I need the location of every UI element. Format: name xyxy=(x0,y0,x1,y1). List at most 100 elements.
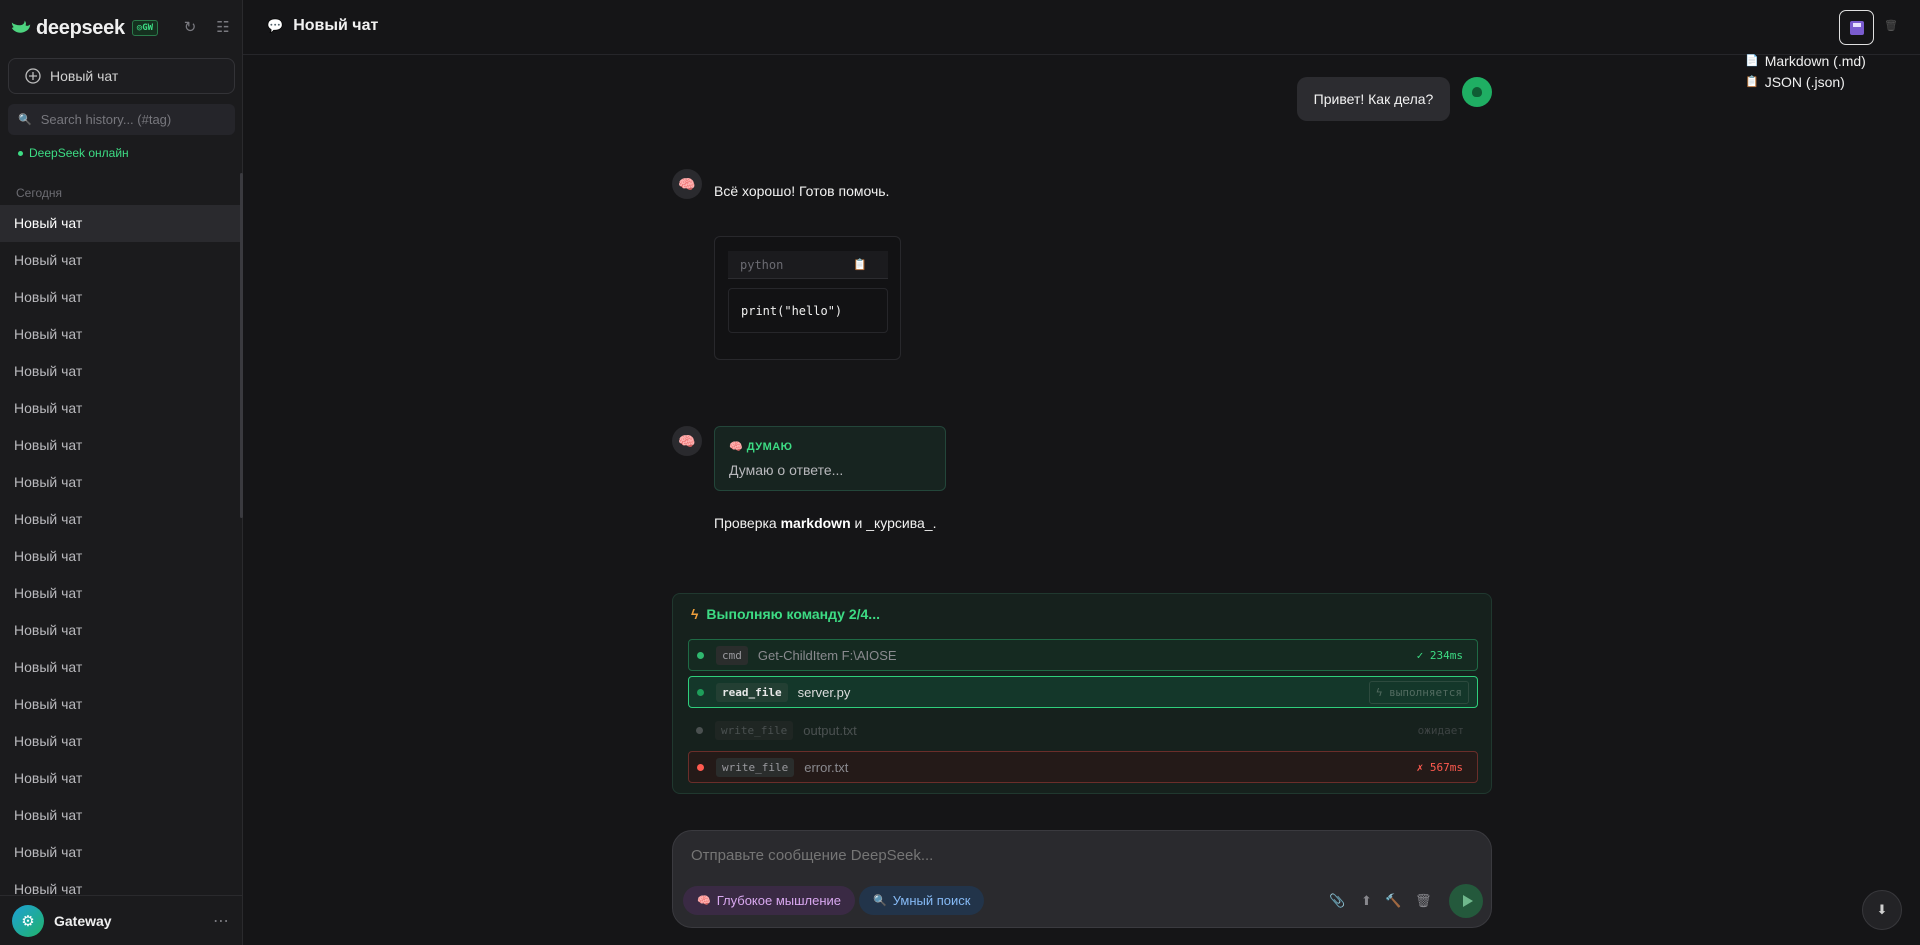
chat-list-item[interactable]: Новый чат xyxy=(0,353,243,390)
command-tag: cmd xyxy=(716,645,748,665)
gw-badge-text: GW xyxy=(142,23,154,33)
deep-thinking-toggle[interactable]: 🧠 Глубокое мышление xyxy=(683,886,856,915)
app-root: deepseek ◎GW ↻ ☷ Новый чат 🔍 Search hist… xyxy=(0,0,1920,945)
user-profile-row[interactable]: ⚙ Gateway ⋯ xyxy=(0,895,243,945)
logo-row: deepseek ◎GW ↻ ☷ xyxy=(10,16,235,40)
plus-circle-icon xyxy=(25,68,41,84)
paperclip-icon[interactable]: 📎 xyxy=(1329,893,1345,909)
chat-list-item[interactable]: Новый чат xyxy=(0,612,243,649)
chat-list-item[interactable]: Новый чат xyxy=(0,871,243,895)
chat-list-item[interactable]: Новый чат xyxy=(0,205,243,242)
online-status: DeepSeek онлайн xyxy=(18,146,129,160)
chat-list-item[interactable]: Новый чат xyxy=(0,242,243,279)
document-icon: 📄 xyxy=(1745,55,1759,67)
command-row[interactable]: cmd Get-ChildItem F:\AIOSE ✓ 234ms xyxy=(688,639,1478,671)
page-title: 💬 Новый чат xyxy=(267,17,378,35)
floppy-disk-icon xyxy=(1849,20,1864,35)
command-status: ожидает xyxy=(1417,723,1464,737)
command-execution-panel: ϟ Выполняю команду 2/4... cmd Get-ChildI… xyxy=(672,593,1492,794)
status-dot xyxy=(18,150,23,156)
code-block: python 📋 print("hello") xyxy=(714,236,901,360)
sidebar-scrollbar[interactable] xyxy=(240,173,243,518)
thinking-label: 🧠 ДУМАЮ xyxy=(729,440,793,453)
hammer-icon[interactable]: 🔨 xyxy=(1385,893,1401,909)
command-arg: server.py xyxy=(797,684,851,700)
copy-icon[interactable]: 📋 xyxy=(853,258,867,271)
export-json-item[interactable]: 📋 JSON (.json) xyxy=(1745,71,1866,92)
chat-list-item[interactable]: Новый чат xyxy=(0,686,243,723)
upload-icon[interactable]: ⬆ xyxy=(1361,893,1372,909)
chat-list-item[interactable]: Новый чат xyxy=(0,575,243,612)
chat-list-item[interactable]: Новый чат xyxy=(0,279,243,316)
logo-text: deepseek xyxy=(36,16,125,39)
command-arg: output.txt xyxy=(803,722,857,738)
status-dot xyxy=(697,651,704,659)
chat-list-item[interactable]: Новый чат xyxy=(0,427,243,464)
chat-list-item[interactable]: Новый чат xyxy=(0,501,243,538)
chat-list-item[interactable]: Новый чат xyxy=(0,649,243,686)
trash-icon[interactable]: 🗑 xyxy=(1884,19,1898,34)
md-bold: markdown xyxy=(780,515,851,531)
search-icon: 🔍 xyxy=(873,895,887,907)
command-row[interactable]: read_file server.py ϟ выполняется xyxy=(688,676,1478,708)
chat-list-item[interactable]: Новый чат xyxy=(0,760,243,797)
user-icon xyxy=(1472,87,1482,97)
assistant-markdown-message: Проверка markdown и _курсива_. xyxy=(714,515,936,531)
sidebar: deepseek ◎GW ↻ ☷ Новый чат 🔍 Search hist… xyxy=(0,0,243,945)
chat-list-item[interactable]: Новый чат xyxy=(0,538,243,575)
status-text: DeepSeek онлайн xyxy=(29,146,129,160)
search-history-input[interactable]: 🔍 Search history... (#tag) xyxy=(8,104,235,135)
code-language: python xyxy=(740,257,784,272)
grid-icon[interactable]: ☷ xyxy=(213,18,233,38)
new-chat-label: Новый чат xyxy=(50,68,119,84)
export-markdown-label: Markdown (.md) xyxy=(1764,52,1866,69)
command-row[interactable]: write_file error.txt ✗ 567ms xyxy=(688,751,1478,783)
ellipsis-icon[interactable]: ⋯ xyxy=(213,911,229,931)
code-block-header: python 📋 xyxy=(728,251,888,279)
command-status-text: выполняется xyxy=(1389,685,1462,699)
deep-thinking-label: Глубокое мышление xyxy=(716,893,842,908)
command-status: ✗ 567ms xyxy=(1416,760,1463,774)
page-title-text: Новый чат xyxy=(293,17,379,34)
smart-search-toggle[interactable]: 🔍 Умный поиск xyxy=(859,886,985,915)
export-json-label: JSON (.json) xyxy=(1764,73,1845,90)
chat-list-item[interactable]: Новый чат xyxy=(0,723,243,760)
new-chat-button[interactable]: Новый чат xyxy=(8,58,235,94)
command-tag: write_file xyxy=(715,720,794,740)
gw-badge: ◎GW xyxy=(131,20,159,36)
command-arg: error.txt xyxy=(804,759,849,775)
md-prefix: Проверка xyxy=(714,515,781,531)
gear-icon: ⚙ xyxy=(12,904,44,937)
command-row[interactable]: write_file output.txt ожидает xyxy=(688,714,1478,746)
brain-icon: 🧠 xyxy=(729,441,744,453)
message-input[interactable] xyxy=(691,847,1451,864)
export-markdown-item[interactable]: 📄 Markdown (.md) xyxy=(1745,50,1866,71)
trash-icon[interactable]: 🗑 xyxy=(1415,893,1432,909)
deepseek-whale-icon xyxy=(11,20,31,33)
chat-list-item[interactable]: Новый чат xyxy=(0,316,243,353)
lightning-icon: ϟ xyxy=(691,606,699,622)
refresh-icon[interactable]: ↻ xyxy=(180,18,200,38)
status-dot xyxy=(696,726,703,734)
chat-list-item[interactable]: Новый чат xyxy=(0,834,243,871)
search-icon: 🔍 xyxy=(18,114,32,126)
chat-list-item[interactable]: Новый чат xyxy=(0,390,243,427)
export-menu: 📄 Markdown (.md) 📋 JSON (.json) xyxy=(1745,50,1866,92)
user-message: Привет! Как дела? xyxy=(1297,77,1450,121)
brain-icon: 🧠 xyxy=(672,169,702,199)
message-composer: 🧠 Глубокое мышление 🔍 Умный поиск 📎 ⬆ 🔨 … xyxy=(672,830,1492,928)
command-panel-title: ϟ Выполняю команду 2/4... xyxy=(691,606,880,622)
send-icon xyxy=(1462,895,1473,907)
arrow-down-icon: ⬇ xyxy=(1876,902,1888,917)
thinking-panel[interactable]: 🧠 ДУМАЮ Думаю о ответе... xyxy=(714,426,946,491)
send-button[interactable] xyxy=(1449,884,1483,918)
scroll-down-button[interactable]: ⬇ xyxy=(1862,890,1902,930)
chat-header: 💬 Новый чат 🗑 xyxy=(243,0,1920,55)
md-suffix: и _курсива_. xyxy=(850,515,937,531)
export-button[interactable] xyxy=(1839,10,1874,45)
command-arg: Get-ChildItem F:\AIOSE xyxy=(757,647,897,663)
section-today: Сегодня xyxy=(16,186,62,200)
chat-list-item[interactable]: Новый чат xyxy=(0,464,243,501)
command-tag: write_file xyxy=(716,757,795,777)
chat-list-item[interactable]: Новый чат xyxy=(0,797,243,834)
